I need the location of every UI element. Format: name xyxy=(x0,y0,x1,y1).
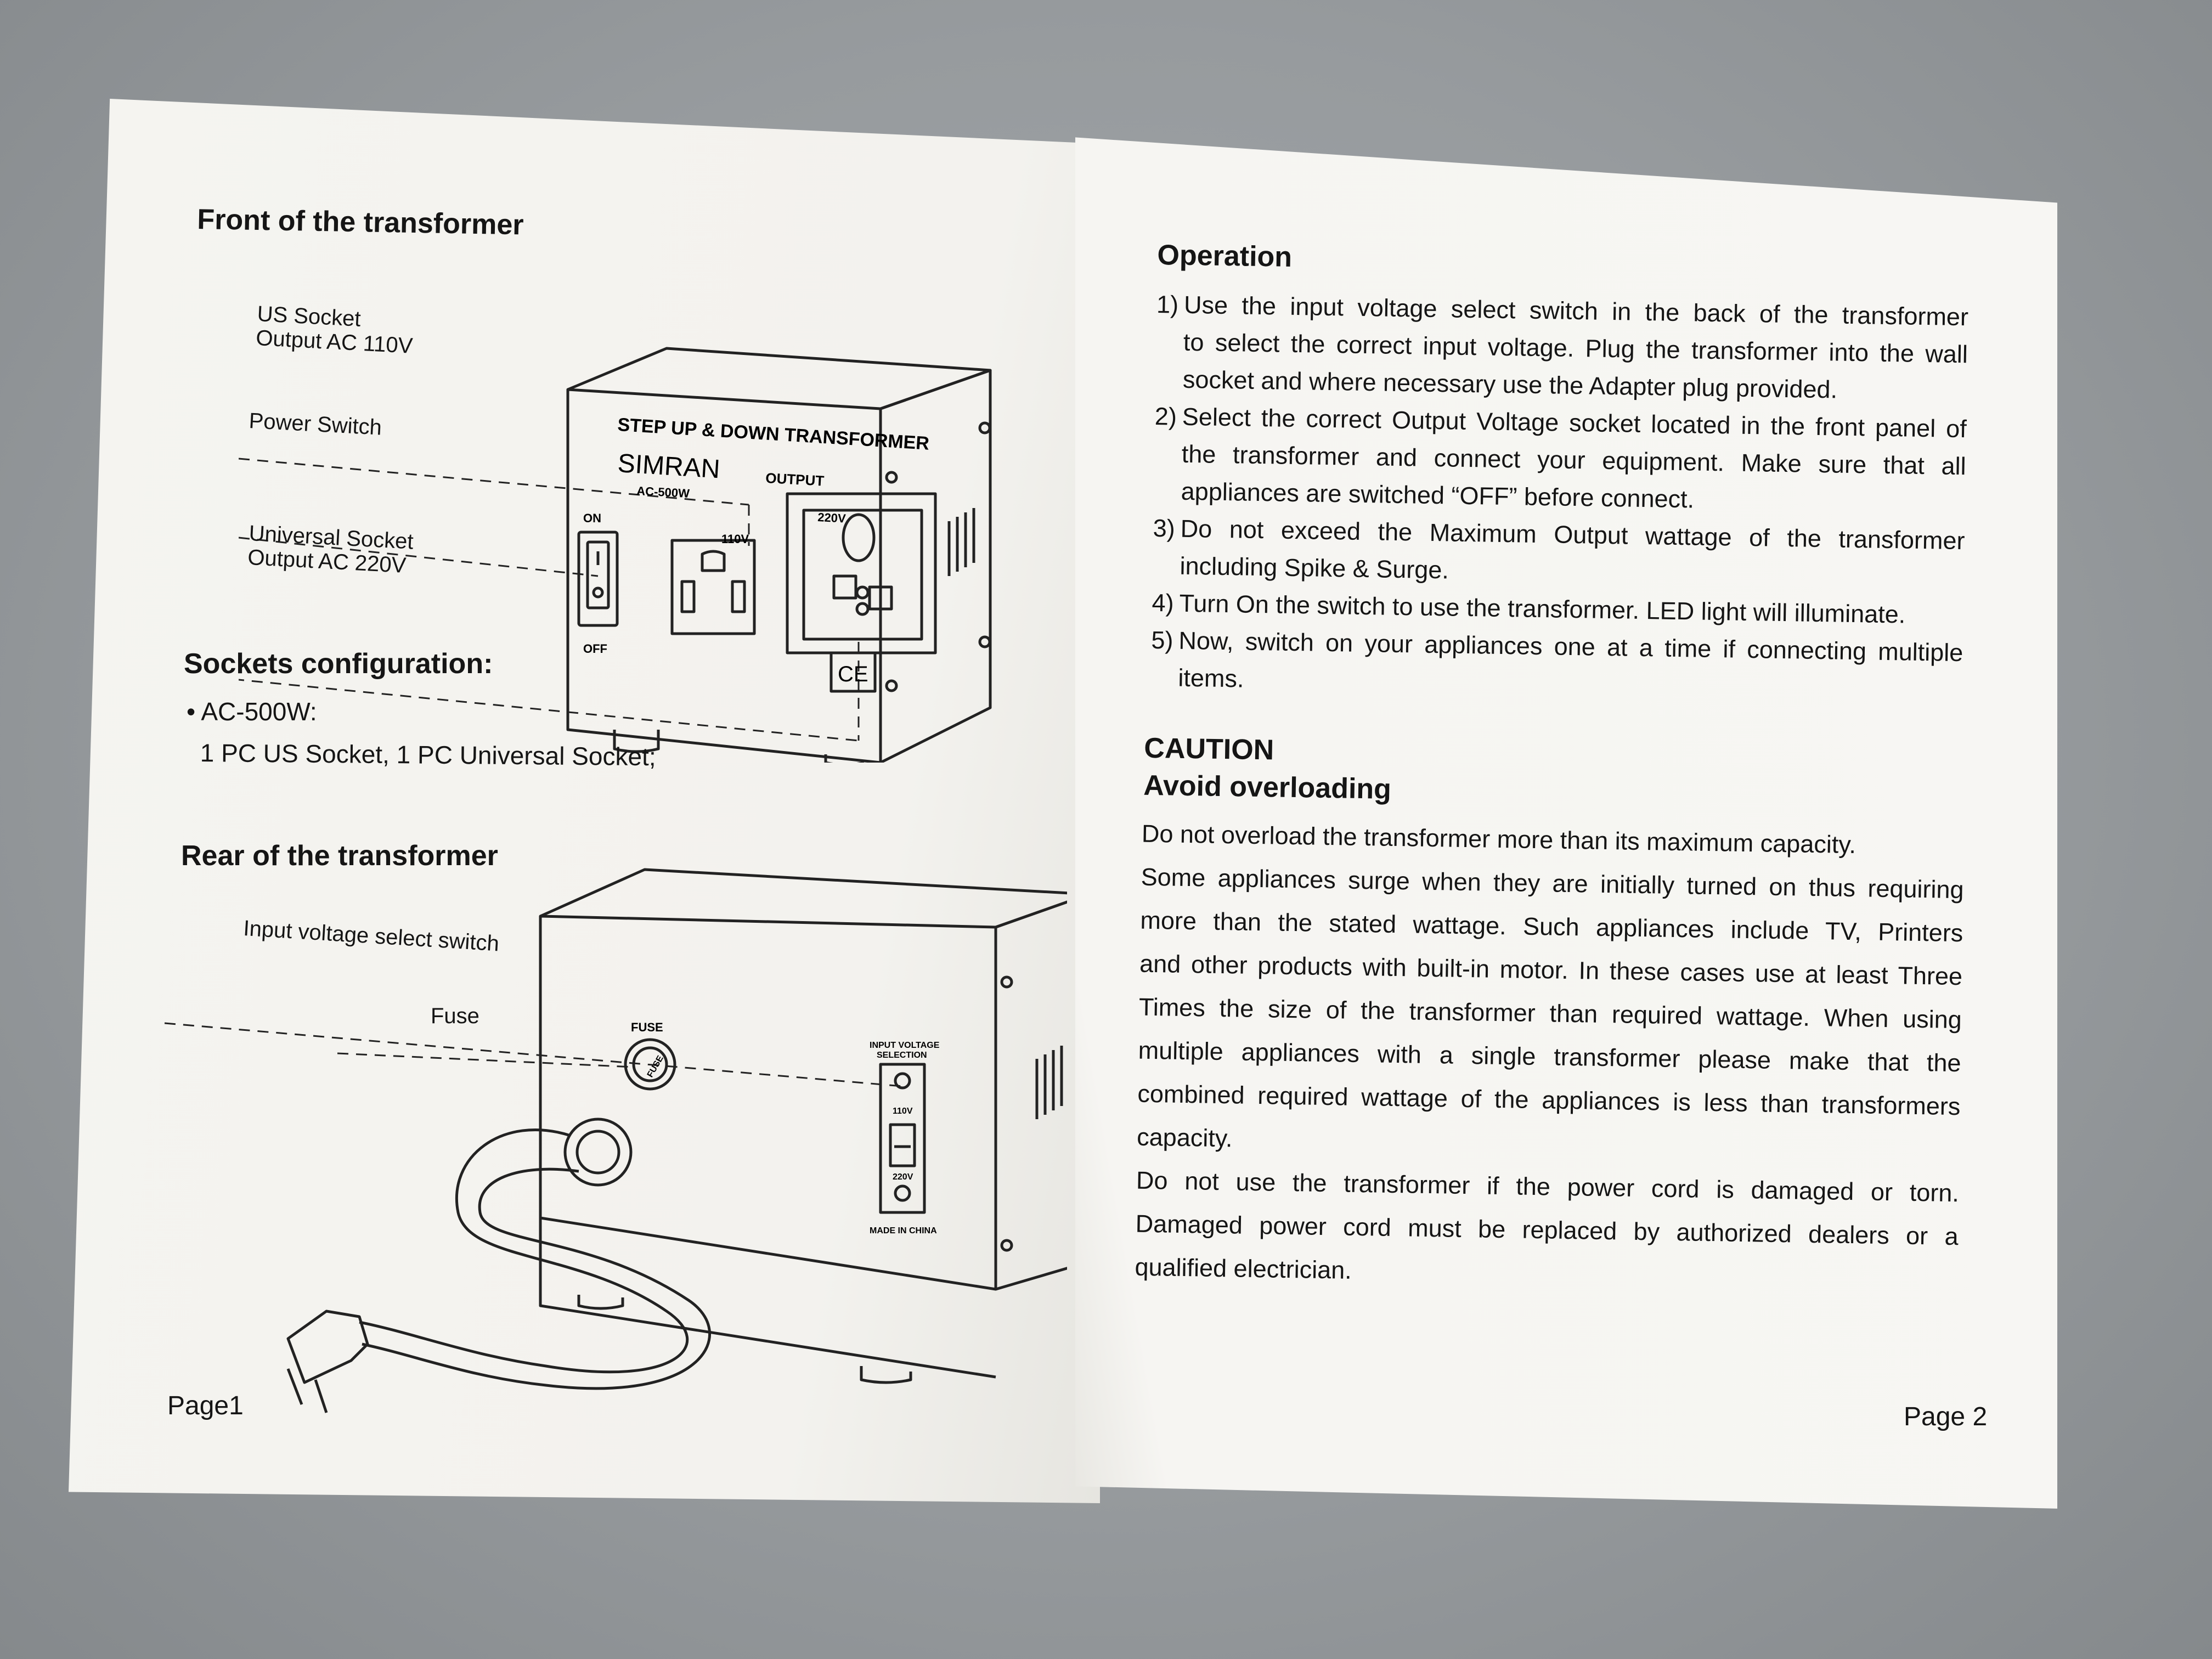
device-output-label: OUTPUT xyxy=(765,470,825,489)
operation-item-number: 4) xyxy=(1152,588,1174,617)
operation-item-text: Now, switch on your appliances one at a … xyxy=(1178,622,1963,709)
operation-item: 2) Select the correct Output Voltage sock… xyxy=(1153,398,1967,522)
input-switch-leader xyxy=(164,1022,903,1087)
caution-subtitle: Avoid overloading xyxy=(1143,769,1392,805)
fuse-leader xyxy=(337,1052,634,1068)
universal-socket-leader xyxy=(239,678,859,742)
device-title: STEP UP & DOWN TRANSFORMER xyxy=(617,414,930,454)
right-page: Operation 1) Use the input voltage select… xyxy=(1075,137,2057,1509)
caution-body: Do not overload the transformer more tha… xyxy=(1135,812,1965,1301)
rear-side-face xyxy=(995,893,1067,1291)
page-1-number: Page1 xyxy=(167,1391,244,1420)
operation-item-text: Use the input voltage select switch in t… xyxy=(1182,286,1969,410)
operation-item-text: Select the correct Output Voltage socket… xyxy=(1181,398,1967,522)
left-page: Front of the transformer STEP UP & DOWN … xyxy=(69,99,1100,1503)
us-socket-label: US Socket Output AC 110V xyxy=(255,302,414,358)
universal-socket-label: Universal Socket Output AC 220V xyxy=(247,521,414,578)
sockets-detail: 1 PC US Socket, 1 PC Universal Socket; xyxy=(200,738,656,771)
cord-grommet-icon xyxy=(563,1118,633,1187)
sockets-config-title: Sockets configuration: xyxy=(184,648,493,680)
operation-list: 1) Use the input voltage select switch in… xyxy=(1150,286,1973,709)
screw-icon xyxy=(885,471,898,484)
plug-icon xyxy=(286,1310,369,1384)
right-page-content: Operation 1) Use the input voltage select… xyxy=(1135,239,1974,1301)
fuse-panel-label: FUSE xyxy=(631,1020,663,1034)
fuse-label: Fuse xyxy=(431,1004,479,1028)
selector-220v: 220V xyxy=(893,1172,913,1182)
operation-item-number: 3) xyxy=(1153,514,1176,543)
made-in-label: MADE IN CHINA xyxy=(870,1226,937,1235)
screw-icon xyxy=(885,679,898,692)
device-110v: 110V xyxy=(721,532,749,546)
sockets-bullet-item: • AC-500W: xyxy=(187,697,317,726)
selector-110v: 110V xyxy=(893,1107,913,1116)
screw-icon xyxy=(978,635,991,648)
front-transformer-illustration: STEP UP & DOWN TRANSFORMER SIMRAN AC-500… xyxy=(239,347,992,763)
universal-socket-icon xyxy=(786,492,937,654)
operation-item-number: 2) xyxy=(1154,402,1177,431)
caution-paragraph: Do not use the transformer if the power … xyxy=(1135,1159,1960,1302)
device-220v: 220V xyxy=(817,510,847,526)
top-face xyxy=(567,347,992,410)
operation-item-number: 1) xyxy=(1156,290,1179,319)
rear-vent-slots xyxy=(1035,1046,1063,1119)
operation-item: 3) Do not exceed the Maximum Output watta… xyxy=(1152,510,1965,597)
device-brand: SIMRAN xyxy=(617,449,721,484)
page-2-number: Page 2 xyxy=(1904,1402,1988,1431)
caution-paragraph: Some appliances surge when they are init… xyxy=(1137,855,1965,1171)
input-voltage-selection-line1: INPUT VOLTAGE xyxy=(870,1041,940,1050)
device-on-label: ON xyxy=(583,511,601,525)
ce-mark: CE xyxy=(838,662,868,686)
operation-item: 5) Now, switch on your appliances one at … xyxy=(1150,622,1963,709)
input-voltage-selection-line2: SELECTION xyxy=(877,1051,927,1060)
power-cord xyxy=(359,1128,689,1374)
sockets-model: AC-500W: xyxy=(201,697,317,726)
us-socket-icon xyxy=(670,539,756,635)
screw-icon xyxy=(978,421,991,435)
operation-item-text: Do not exceed the Maximum Output wattage… xyxy=(1180,510,1965,597)
operation-title: Operation xyxy=(1157,239,1293,273)
device-model: AC-500W xyxy=(636,484,690,500)
bullet-icon: • xyxy=(187,697,201,726)
device-off-label: OFF xyxy=(583,642,607,656)
vent-slots xyxy=(947,508,975,576)
operation-item-number: 5) xyxy=(1151,625,1173,654)
operation-item: 1) Use the input voltage select switch in… xyxy=(1155,286,1969,410)
power-switch-icon xyxy=(577,531,619,627)
